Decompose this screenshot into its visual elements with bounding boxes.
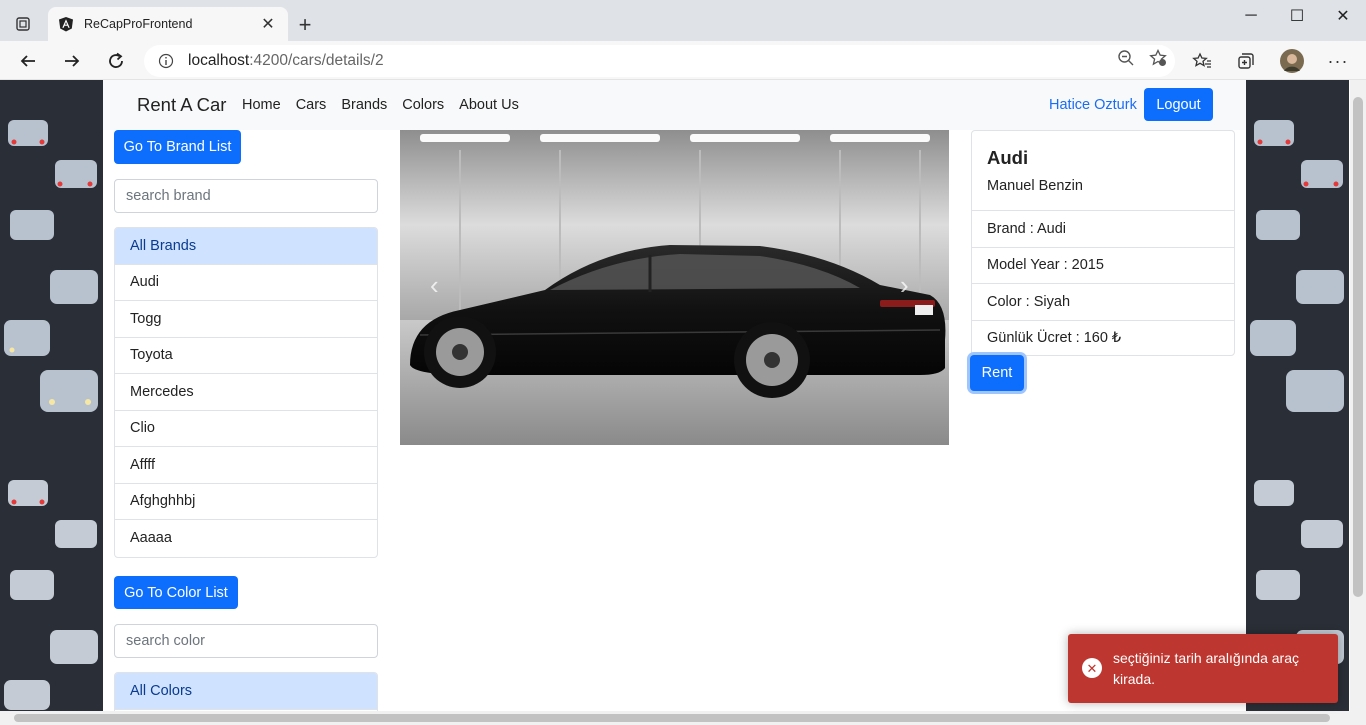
browser-tab[interactable]: ReCapProFrontend ✕ [48, 7, 288, 41]
traffic-background-image [0, 80, 103, 711]
url-host: localhost [188, 52, 250, 69]
nav-link-cars[interactable]: Cars [296, 97, 327, 113]
page-viewport: Rent A Car Home Cars Brands Colors About… [0, 80, 1350, 711]
browser-toolbar: localhost:4200/cars/details/2 ··· [0, 41, 1366, 80]
rent-button[interactable]: Rent [970, 355, 1024, 391]
go-to-color-list-button[interactable]: Go To Color List [114, 576, 238, 609]
zoom-out-icon[interactable] [1117, 49, 1135, 67]
tab-title: ReCapProFrontend [84, 17, 193, 31]
collections-icon [1238, 53, 1254, 69]
back-button[interactable] [14, 47, 42, 75]
horizontal-scrollbar[interactable] [0, 711, 1366, 725]
navbar: Rent A Car Home Cars Brands Colors About… [103, 80, 1246, 130]
close-window-button[interactable]: ✕ [1320, 0, 1366, 32]
brand-item[interactable]: Toyota [115, 338, 377, 374]
car-title: Audi [987, 147, 1029, 168]
tab-actions-icon [16, 17, 30, 31]
angular-favicon-icon [59, 17, 73, 32]
color-list: All Colors [114, 672, 378, 711]
back-arrow-icon [20, 55, 35, 67]
error-x-icon: ✕ [1082, 658, 1102, 678]
horizontal-scroll-thumb[interactable] [14, 714, 1330, 722]
car-description: Manuel Benzin [987, 178, 1083, 194]
tab-actions-button[interactable] [8, 12, 38, 36]
carousel-next-icon[interactable]: › [900, 270, 909, 301]
url-path: :4200/cars/details/2 [249, 52, 384, 69]
address-bar[interactable]: localhost:4200/cars/details/2 [144, 45, 1175, 77]
car-model-year-row: Model Year : 2015 [972, 246, 1234, 284]
tab-close-icon[interactable]: ✕ [258, 14, 278, 34]
brand-item[interactable]: Togg [115, 301, 377, 338]
reload-button[interactable] [102, 47, 130, 75]
vertical-scroll-thumb[interactable] [1353, 97, 1363, 597]
forward-arrow-icon [65, 55, 80, 67]
nav-link-colors[interactable]: Colors [402, 97, 444, 113]
new-tab-button[interactable]: + [290, 10, 320, 40]
browser-titlebar: ReCapProFrontend ✕ + ─ ☐ ✕ [0, 0, 1366, 41]
settings-menu-button[interactable]: ··· [1324, 47, 1352, 75]
brand-item[interactable]: Afghghhbj [115, 484, 377, 520]
logout-button[interactable]: Logout [1144, 88, 1213, 121]
more-options-icon: ··· [1327, 50, 1349, 71]
nav-link-about[interactable]: About Us [459, 97, 519, 113]
add-favorite-icon[interactable] [1149, 49, 1167, 67]
color-search-input[interactable]: search color [114, 624, 378, 658]
reload-icon [109, 52, 123, 68]
car-image [400, 130, 949, 445]
brand-item[interactable]: Aaaaa [115, 520, 377, 557]
go-to-brand-list-button[interactable]: Go To Brand List [114, 130, 241, 164]
favorites-icon [1192, 52, 1211, 68]
brand-search-input[interactable]: search brand [114, 179, 378, 213]
carousel-prev-icon[interactable]: ‹ [430, 270, 439, 301]
brand-item[interactable]: Clio [115, 411, 377, 447]
profile-button[interactable] [1278, 47, 1306, 75]
car-detail-list: Brand : Audi Model Year : 2015 Color : S… [972, 210, 1234, 356]
traffic-background-image-right [1246, 80, 1349, 711]
nav-link-brands[interactable]: Brands [341, 97, 387, 113]
site-info-icon[interactable] [158, 53, 174, 69]
toast-message: seçtiğiniz tarih aralığında araç kirada. [1113, 650, 1299, 687]
car-color-row: Color : Siyah [972, 283, 1234, 320]
brand-item-all[interactable]: All Brands [115, 228, 377, 265]
favorites-button[interactable] [1188, 47, 1216, 75]
vertical-scrollbar[interactable] [1350, 80, 1366, 711]
forward-button[interactable] [58, 47, 86, 75]
car-daily-price-row: Günlük Ücret : 160 ₺ [972, 319, 1234, 357]
nav-links: Home Cars Brands Colors About Us [242, 97, 519, 113]
car-image-carousel[interactable]: ‹ › [400, 130, 949, 445]
brand-list: All Brands Audi Togg Toyota Mercedes Cli… [114, 227, 378, 558]
brand-item[interactable]: Audi [115, 265, 377, 301]
navbar-brand[interactable]: Rent A Car [137, 94, 226, 116]
color-item-all[interactable]: All Colors [115, 673, 377, 710]
minimize-button[interactable]: ─ [1228, 0, 1274, 32]
brand-item[interactable]: Affff [115, 447, 377, 484]
page-container: Rent A Car Home Cars Brands Colors About… [103, 80, 1246, 711]
maximize-button[interactable]: ☐ [1274, 0, 1320, 32]
car-brand-row: Brand : Audi [972, 210, 1234, 247]
car-detail-card: Audi Manuel Benzin Brand : Audi Model Ye… [971, 130, 1235, 356]
error-toast[interactable]: ✕ seçtiğiniz tarih aralığında araç kirad… [1068, 634, 1338, 703]
url-text: localhost:4200/cars/details/2 [188, 52, 384, 70]
brand-item[interactable]: Mercedes [115, 374, 377, 411]
avatar [1280, 49, 1304, 73]
nav-link-home[interactable]: Home [242, 97, 281, 113]
collections-button[interactable] [1232, 47, 1260, 75]
user-name-link[interactable]: Hatice Ozturk [1049, 97, 1137, 113]
